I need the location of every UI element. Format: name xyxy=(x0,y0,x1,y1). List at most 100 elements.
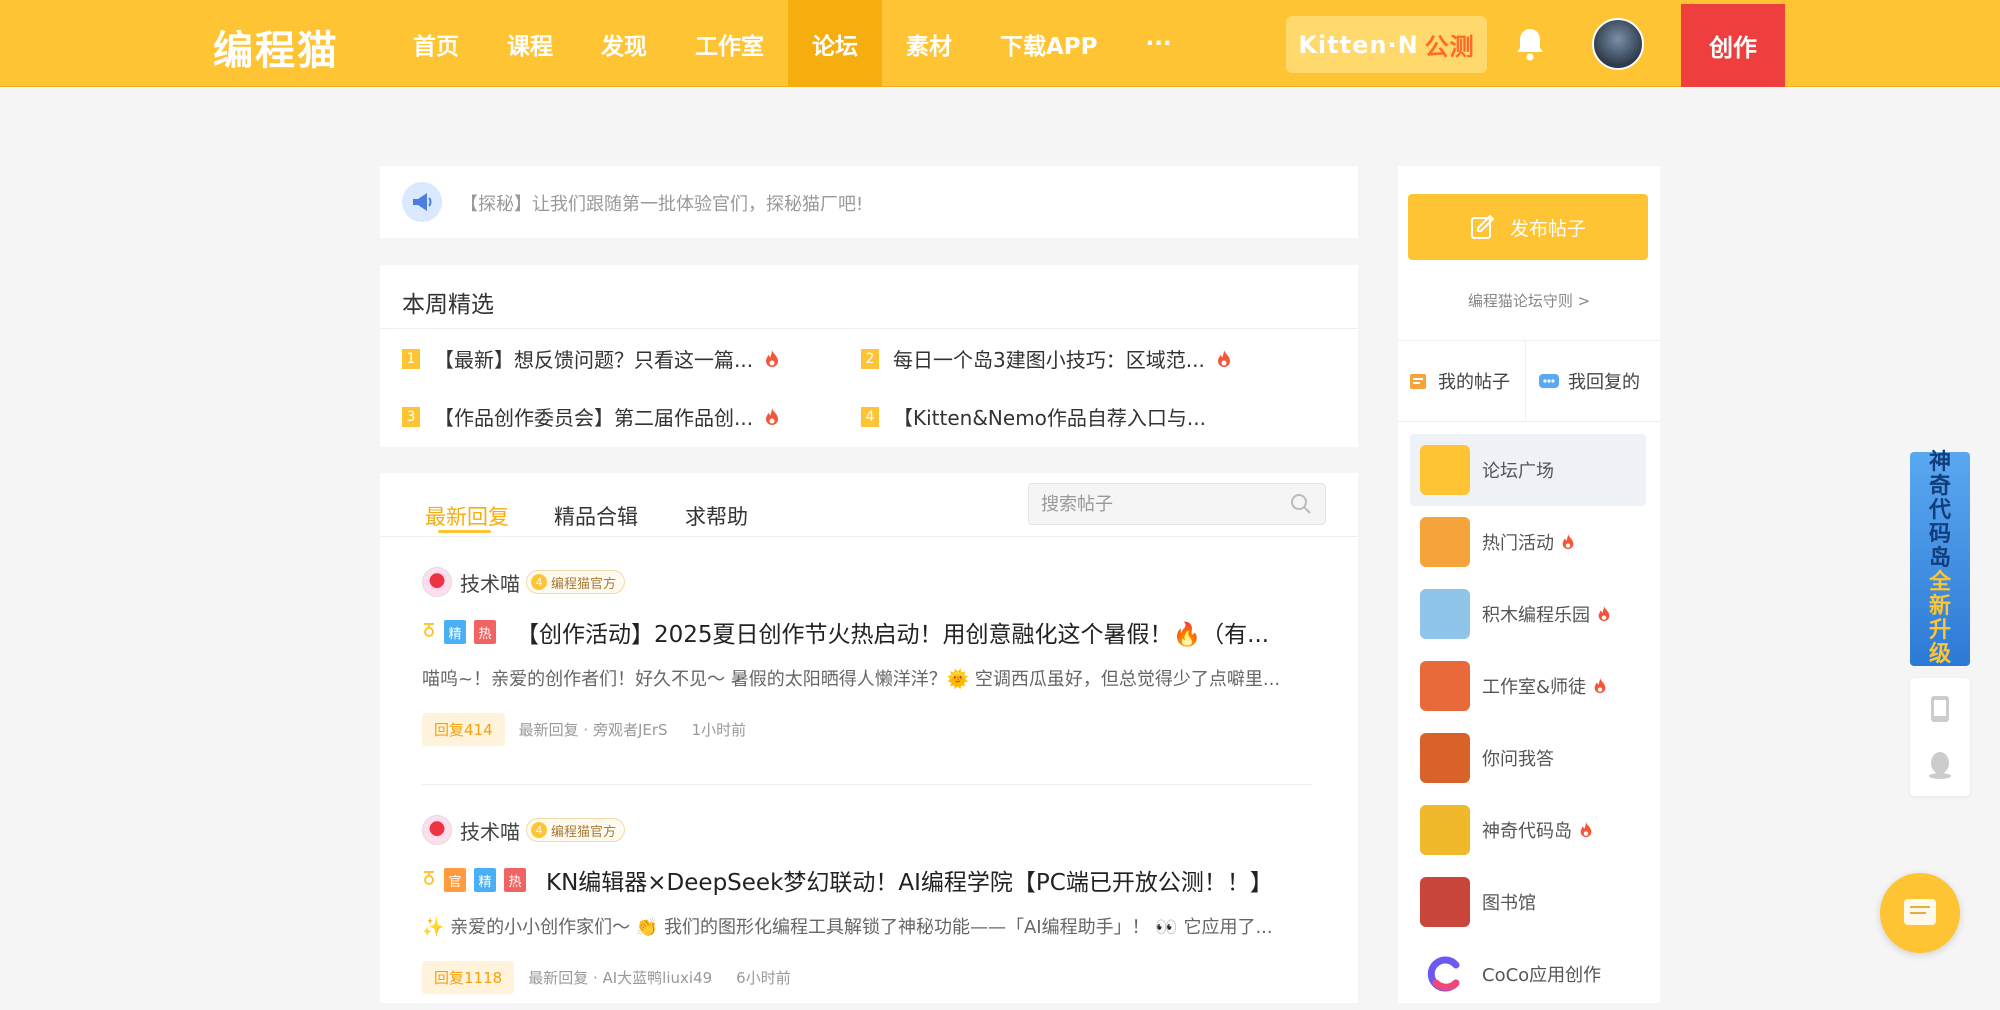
coco-logo-icon xyxy=(1427,956,1460,992)
weekly-pick-item[interactable]: 3 【作品创作委员会】第二届作品创... xyxy=(402,402,781,431)
post-meta: 回复414 最新回复 · 旁观者JErS 1小时前 xyxy=(422,713,746,746)
forum-item-qa[interactable]: 你问我答 xyxy=(1410,722,1646,794)
kitten-n-label: Kitten·N xyxy=(1298,30,1419,59)
forum-label: 热门活动 xyxy=(1482,533,1554,554)
site-logo[interactable]: 编程猫 xyxy=(213,18,339,76)
post-excerpt[interactable]: ✨ 亲爱的小小创作家们～ 👏 我们的图形化编程工具解锁了神秘功能——「AI编程助… xyxy=(422,913,1312,939)
nav-materials[interactable]: 素材 xyxy=(882,0,976,87)
note-icon xyxy=(1904,899,1936,925)
floating-toolbar xyxy=(1910,678,1970,796)
announcement-text[interactable]: 【探秘】让我们跟随第一批体验官们，探秘猫厂吧! xyxy=(460,190,863,216)
official-badge: 4 编程猫官方 xyxy=(526,570,626,594)
badge-label: 编程猫官方 xyxy=(551,824,617,840)
forum-code-island-icon xyxy=(1420,805,1470,855)
code-island-upgrade-banner[interactable]: 神 奇 代 码 岛 全 新 升 级 xyxy=(1910,450,1970,667)
banner-char: 新 xyxy=(1928,594,1951,619)
search-icon[interactable] xyxy=(1289,492,1313,516)
author-avatar[interactable] xyxy=(422,567,452,597)
announcement-bar[interactable]: 【探秘】让我们跟随第一批体验官们，探秘猫厂吧! xyxy=(380,166,1358,238)
weekly-pick-item[interactable]: 1 【最新】想反馈问题？只看这一篇... xyxy=(402,344,781,373)
tag-hot: 热 xyxy=(504,868,526,892)
nav-forum[interactable]: 论坛 xyxy=(788,0,882,87)
my-replies-label: 我回复的 xyxy=(1568,372,1640,393)
author-name[interactable]: 技术喵 xyxy=(460,568,520,597)
notepad-icon xyxy=(1410,374,1426,389)
tab-featured[interactable]: 精品合辑 xyxy=(554,501,638,531)
tab-help[interactable]: 求帮助 xyxy=(685,501,748,531)
nav-discover[interactable]: 发现 xyxy=(577,0,671,87)
banner-char: 神 xyxy=(1928,450,1951,475)
forum-events-icon xyxy=(1420,517,1470,567)
weekly-pick-title: 每日一个岛3建图小技巧：区域范... xyxy=(893,348,1205,372)
weekly-pick-item[interactable]: 4 【Kitten&Nemo作品自荐入口与... xyxy=(861,402,1206,431)
forum-label: 神奇代码岛 xyxy=(1482,821,1572,842)
tab-latest-replies[interactable]: 最新回复 xyxy=(425,501,509,531)
megaphone-icon xyxy=(402,182,442,222)
bell-icon[interactable] xyxy=(1513,26,1547,62)
fire-icon xyxy=(766,407,779,425)
post-excerpt[interactable]: 喵呜~！亲爱的创作者们！好久不见～ 暑假的太阳晒得人懒洋洋？🌞 空调西瓜虽好，但… xyxy=(422,665,1312,691)
post-item[interactable]: 技术喵 4 编程猫官方 精 热 【创作活动】2025夏日创作节火热启动！用创意融… xyxy=(422,567,1312,757)
post-feed-panel: 最新回复 精品合辑 求帮助 技术喵 4 编程猫官方 精 热 【创作活动】2025… xyxy=(380,473,1358,1003)
weekly-picks-panel: 本周精选 1 【最新】想反馈问题？只看这一篇... 2 每日一个岛3建图小技巧：… xyxy=(380,265,1358,447)
publish-post-button[interactable]: 发布帖子 xyxy=(1408,194,1648,260)
nav-download-app[interactable]: 下载APP xyxy=(976,0,1122,87)
pin-icon xyxy=(424,623,435,637)
divider xyxy=(422,784,1312,785)
active-tab-indicator xyxy=(438,530,491,533)
my-posts-label: 我的帖子 xyxy=(1438,372,1510,393)
post-title[interactable]: 【创作活动】2025夏日创作节火热启动！用创意融化这个暑假！🔥（有... xyxy=(516,615,1269,649)
forum-item-library[interactable]: 图书馆 xyxy=(1410,866,1646,938)
search-box xyxy=(1028,483,1326,525)
qq-icon[interactable] xyxy=(1927,750,1953,780)
post-author[interactable]: 技术喵 4 编程猫官方 xyxy=(422,815,626,845)
forum-item-plaza[interactable]: 论坛广场 xyxy=(1410,434,1646,506)
author-name[interactable]: 技术喵 xyxy=(460,816,520,845)
search-input[interactable] xyxy=(1041,492,1281,516)
nav-more[interactable]: ··· xyxy=(1122,0,1196,87)
my-replies-link[interactable]: 我回复的 xyxy=(1538,368,1640,394)
banner-char: 代 xyxy=(1928,498,1951,523)
forum-qa-icon xyxy=(1420,733,1470,783)
forum-label: 工作室&师徒 xyxy=(1482,677,1587,698)
nav-courses[interactable]: 课程 xyxy=(483,0,577,87)
nav-studio[interactable]: 工作室 xyxy=(671,0,788,87)
forum-item-code-island[interactable]: 神奇代码岛 xyxy=(1410,794,1646,866)
weekly-pick-item[interactable]: 2 每日一个岛3建图小技巧：区域范... xyxy=(861,344,1233,373)
tag-official: 官 xyxy=(444,868,466,892)
last-reply: 最新回复 · AI大蓝鸭liuxi49 xyxy=(528,969,713,987)
kitten-n-beta-label: 公测 xyxy=(1424,33,1475,61)
user-avatar[interactable] xyxy=(1592,18,1644,70)
reply-count: 回复414 xyxy=(422,713,505,746)
feedback-bubble-button[interactable] xyxy=(1880,873,1960,953)
forum-rules-link[interactable]: 编程猫论坛守则 > xyxy=(1398,290,1660,311)
create-button[interactable]: 创作 xyxy=(1681,4,1785,87)
mobile-phone-icon[interactable] xyxy=(1929,694,1951,724)
badge-label: 编程猫官方 xyxy=(551,576,617,592)
level-badge: 4 xyxy=(531,574,547,590)
rank-badge: 1 xyxy=(402,348,420,369)
divider xyxy=(1398,340,1660,341)
post-title-row[interactable]: 精 热 【创作活动】2025夏日创作节火热启动！用创意融化这个暑假！🔥（有... xyxy=(422,615,1312,649)
forum-label: 论坛广场 xyxy=(1482,461,1554,482)
divider xyxy=(380,536,1358,537)
kitten-n-beta-button[interactable]: Kitten·N 公测 xyxy=(1286,16,1487,73)
top-navbar: 编程猫 首页 课程 发现 工作室 论坛 素材 下载APP ··· Kitten·… xyxy=(0,0,2000,87)
post-author[interactable]: 技术喵 4 编程猫官方 xyxy=(422,567,626,597)
forum-library-icon xyxy=(1420,877,1470,927)
forum-sidebar: 发布帖子 编程猫论坛守则 > 我的帖子 我回复的 论坛广场 热门活动 积木编程乐… xyxy=(1398,166,1660,1003)
banner-char: 码 xyxy=(1928,522,1951,547)
forum-item-studio[interactable]: 工作室&师徒 xyxy=(1410,650,1646,722)
banner-char: 升 xyxy=(1928,618,1951,643)
forum-item-blocks[interactable]: 积木编程乐园 xyxy=(1410,578,1646,650)
rank-badge: 4 xyxy=(861,406,879,427)
post-title-row[interactable]: 官 精 热 KN编辑器×DeepSeek梦幻联动！AI编程学院【PC端已开放公测… xyxy=(422,863,1312,897)
author-avatar[interactable] xyxy=(422,815,452,845)
my-posts-link[interactable]: 我的帖子 xyxy=(1408,368,1510,394)
nav-home[interactable]: 首页 xyxy=(389,0,483,87)
post-title[interactable]: KN编辑器×DeepSeek梦幻联动！AI编程学院【PC端已开放公测！！】 xyxy=(546,863,1273,897)
forum-item-events[interactable]: 热门活动 xyxy=(1410,506,1646,578)
tag-featured: 精 xyxy=(444,620,466,644)
post-item[interactable]: 技术喵 4 编程猫官方 官 精 热 KN编辑器×DeepSeek梦幻联动！AI编… xyxy=(422,815,1312,1005)
forum-item-coco[interactable]: CoCo应用创作 xyxy=(1410,938,1646,1010)
